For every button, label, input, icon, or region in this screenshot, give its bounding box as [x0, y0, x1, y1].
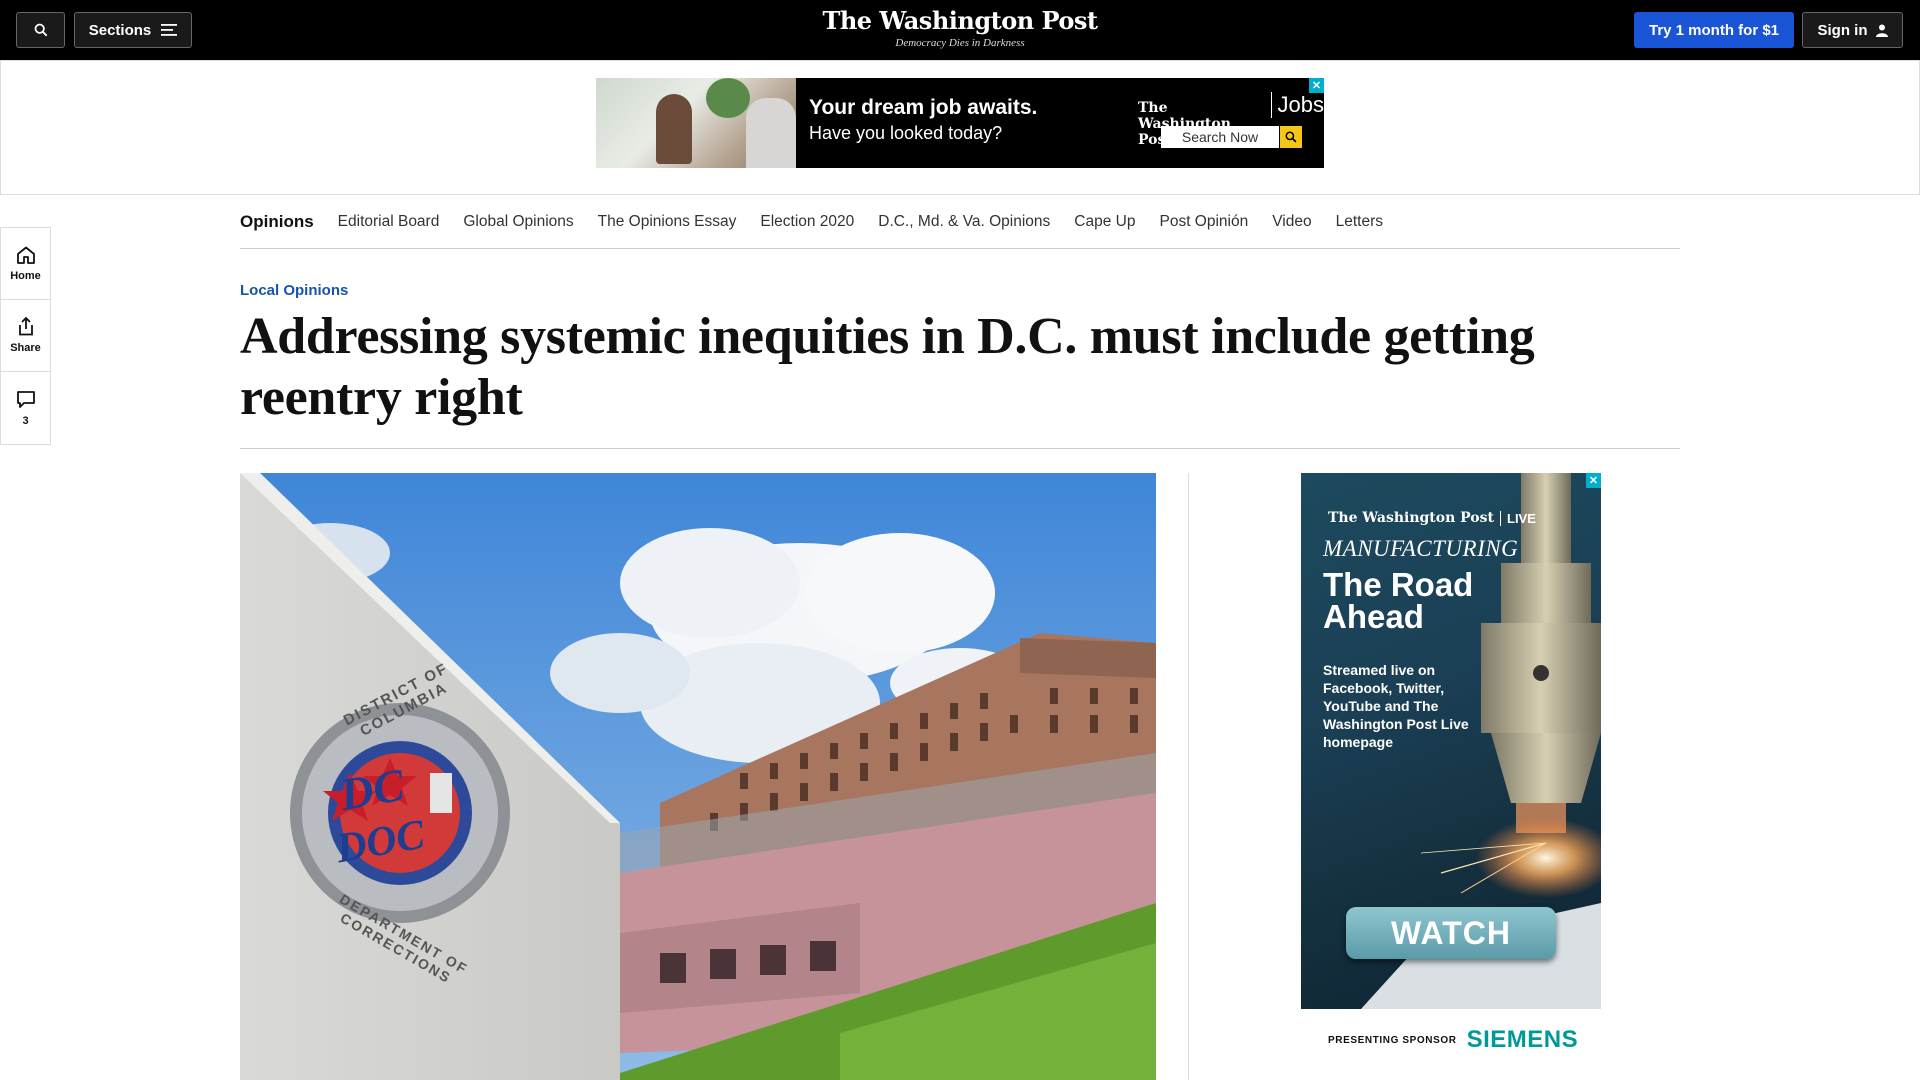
- home-icon: [16, 246, 35, 264]
- jobs-ad-headline: Your dream job awaits.: [809, 96, 1038, 119]
- headline-divider: [240, 448, 1680, 449]
- search-button[interactable]: [16, 12, 65, 48]
- left-rail: Home Share 3: [0, 227, 51, 445]
- nav-opinions[interactable]: Opinions: [240, 212, 314, 232]
- nav-video[interactable]: Video: [1272, 213, 1311, 231]
- ad-close-icon[interactable]: ✕: [1309, 78, 1324, 93]
- comments-count: 3: [22, 414, 29, 427]
- nav-opinions-essay[interactable]: The Opinions Essay: [598, 213, 737, 231]
- section-kicker[interactable]: Local Opinions: [240, 282, 348, 299]
- sign-in-button[interactable]: Sign in: [1802, 12, 1903, 48]
- home-button[interactable]: Home: [1, 228, 50, 300]
- jobs-ad-subline: Have you looked today?: [809, 123, 1003, 143]
- jobs-ad-photo: [596, 78, 796, 168]
- live-ad-logo: The Washington Post LIVE: [1328, 510, 1536, 526]
- presenting-sponsor: PRESENTING SPONSOR SIEMENS: [1328, 1026, 1578, 1054]
- share-label: Share: [10, 342, 41, 354]
- search-icon: [34, 23, 47, 37]
- menu-icon: [161, 24, 178, 36]
- live-ad-eyebrow: MANUFACTURING: [1323, 536, 1519, 561]
- masthead[interactable]: The Washington Post Democracy Dies in Da…: [760, 6, 1160, 49]
- search-icon: [1285, 131, 1297, 143]
- jobs-ad-banner[interactable]: Your dream job awaits. Have you looked t…: [596, 78, 1324, 168]
- sign-in-label: Sign in: [1817, 21, 1868, 39]
- sponsor-label: PRESENTING SPONSOR: [1328, 1034, 1457, 1046]
- nav-election-2020[interactable]: Election 2020: [760, 213, 854, 231]
- ad-close-icon[interactable]: ✕: [1586, 473, 1601, 488]
- share-icon: [18, 317, 33, 336]
- article-headline: Addressing systemic inequities in D.C. m…: [240, 308, 1535, 426]
- nav-dc-md-va-opinions[interactable]: D.C., Md. & Va. Opinions: [878, 213, 1050, 231]
- comment-icon: [16, 390, 35, 408]
- jobs-ad-search-button[interactable]: [1280, 126, 1302, 148]
- sections-button[interactable]: Sections: [74, 12, 192, 48]
- nav-cape-up[interactable]: Cape Up: [1074, 213, 1135, 231]
- user-icon: [1875, 24, 1888, 37]
- wp-live-ad[interactable]: The Washington Post LIVE MANUFACTURING T…: [1301, 473, 1601, 1009]
- jobs-ad-search-field[interactable]: Search Now: [1161, 126, 1279, 148]
- comments-button[interactable]: 3: [1, 372, 50, 444]
- subscribe-button[interactable]: Try 1 month for $1: [1634, 12, 1794, 48]
- sections-label: Sections: [88, 21, 152, 39]
- watch-button[interactable]: WATCH: [1346, 907, 1556, 959]
- site-logo[interactable]: The Washington Post: [760, 6, 1160, 35]
- sign-mark-dc: DC: [336, 758, 408, 821]
- nav-post-opinion[interactable]: Post Opinión: [1159, 213, 1248, 231]
- opinions-nav: Opinions Editorial Board Global Opinions…: [240, 196, 1680, 249]
- live-ad-description: Streamed live on Facebook, Twitter, YouT…: [1323, 662, 1469, 750]
- nav-editorial-board[interactable]: Editorial Board: [338, 213, 440, 231]
- article-hero-image: DISTRICT OF COLUMBIA DEPARTMENT OF CORRE…: [240, 473, 1156, 1080]
- top-bar: Sections The Washington Post Democracy D…: [0, 0, 1920, 60]
- column-divider: [1188, 473, 1189, 1080]
- nav-global-opinions[interactable]: Global Opinions: [463, 213, 573, 231]
- live-ad-title: The Road Ahead: [1323, 566, 1474, 635]
- sponsor-logo[interactable]: SIEMENS: [1467, 1026, 1579, 1054]
- nav-letters[interactable]: Letters: [1336, 213, 1383, 231]
- home-label: Home: [10, 269, 41, 282]
- share-button[interactable]: Share: [1, 300, 50, 372]
- site-tagline: Democracy Dies in Darkness: [895, 37, 1025, 49]
